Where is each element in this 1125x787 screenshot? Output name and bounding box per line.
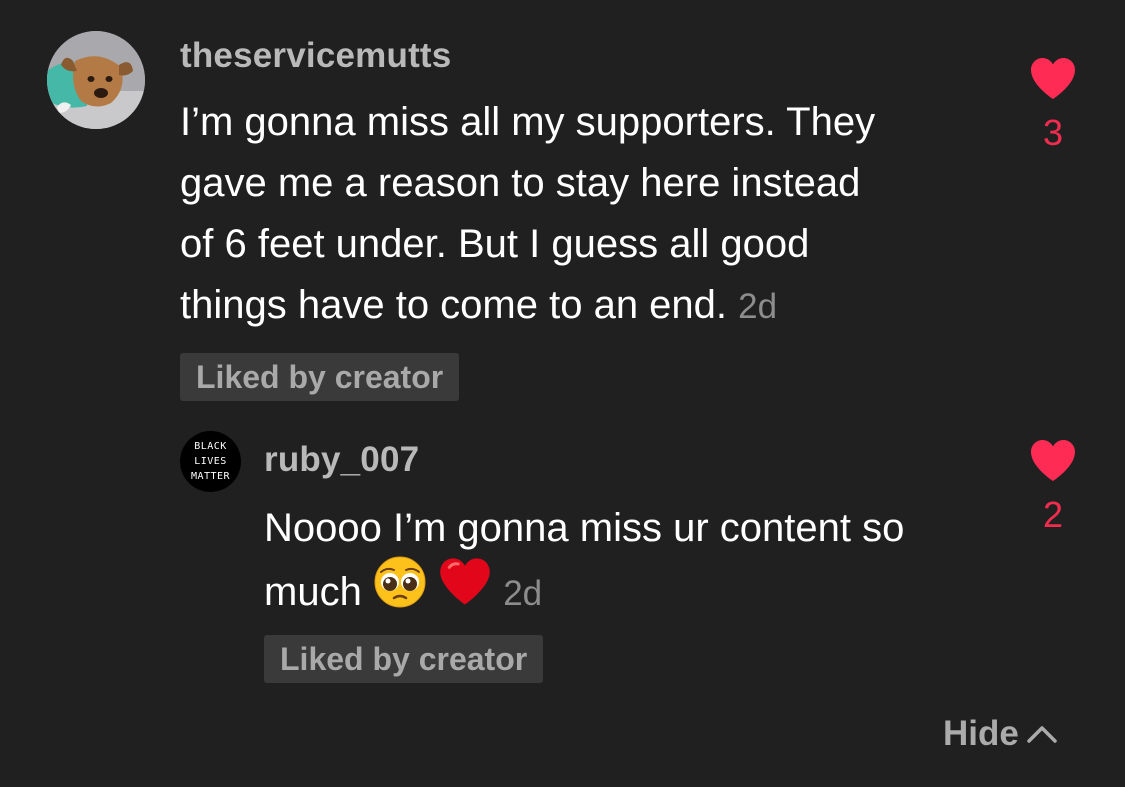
comment-line: I’m gonna miss all my supporters. They xyxy=(180,100,876,144)
reply-timestamp: 2d xyxy=(503,574,543,613)
reply-text: Noooo I’m gonna miss ur content so much xyxy=(264,496,904,628)
reply-line-text: much xyxy=(264,570,362,614)
reply-line: Noooo I’m gonna miss ur content so xyxy=(264,506,905,550)
comment-username[interactable]: theservicemutts xyxy=(180,36,451,76)
comment-line-text: things have to come to an end. xyxy=(180,283,728,327)
comment-timestamp: 2d xyxy=(738,287,778,326)
comment-like-button[interactable]: 3 xyxy=(1018,56,1088,154)
reply-like-button[interactable]: 2 xyxy=(1018,438,1088,536)
chevron-up-icon xyxy=(1019,714,1059,754)
comment-line: of 6 feet under. But I guess all good xyxy=(180,222,810,266)
red-heart-emoji-icon xyxy=(438,555,492,628)
comment-text: I’m gonna miss all my supporters. They g… xyxy=(180,92,875,337)
hide-label: Hide xyxy=(943,714,1019,753)
dog-avatar-icon xyxy=(47,31,145,129)
liked-by-creator-badge: Liked by creator xyxy=(180,353,460,401)
avatar-text: LIVES xyxy=(194,456,227,467)
comment-line: things have to come to an end. 2d xyxy=(180,275,875,337)
avatar-text: BLACK xyxy=(194,441,227,452)
like-count: 2 xyxy=(1042,494,1064,535)
like-count: 3 xyxy=(1042,112,1064,153)
liked-by-creator-badge: Liked by creator xyxy=(264,635,544,683)
reply-avatar[interactable]: BLACK LIVES MATTER xyxy=(180,431,241,492)
hide-replies-button[interactable]: Hide xyxy=(943,714,1059,754)
heart-icon xyxy=(1018,56,1088,100)
reply-line: much 2d xyxy=(264,556,904,628)
avatar-text: MATTER xyxy=(190,471,231,482)
pleading-face-emoji-icon xyxy=(373,555,427,628)
reply-username[interactable]: ruby_007 xyxy=(264,440,419,480)
heart-icon xyxy=(1018,438,1088,482)
avatar[interactable] xyxy=(47,31,145,129)
comment-line: gave me a reason to stay here instead xyxy=(180,161,861,205)
